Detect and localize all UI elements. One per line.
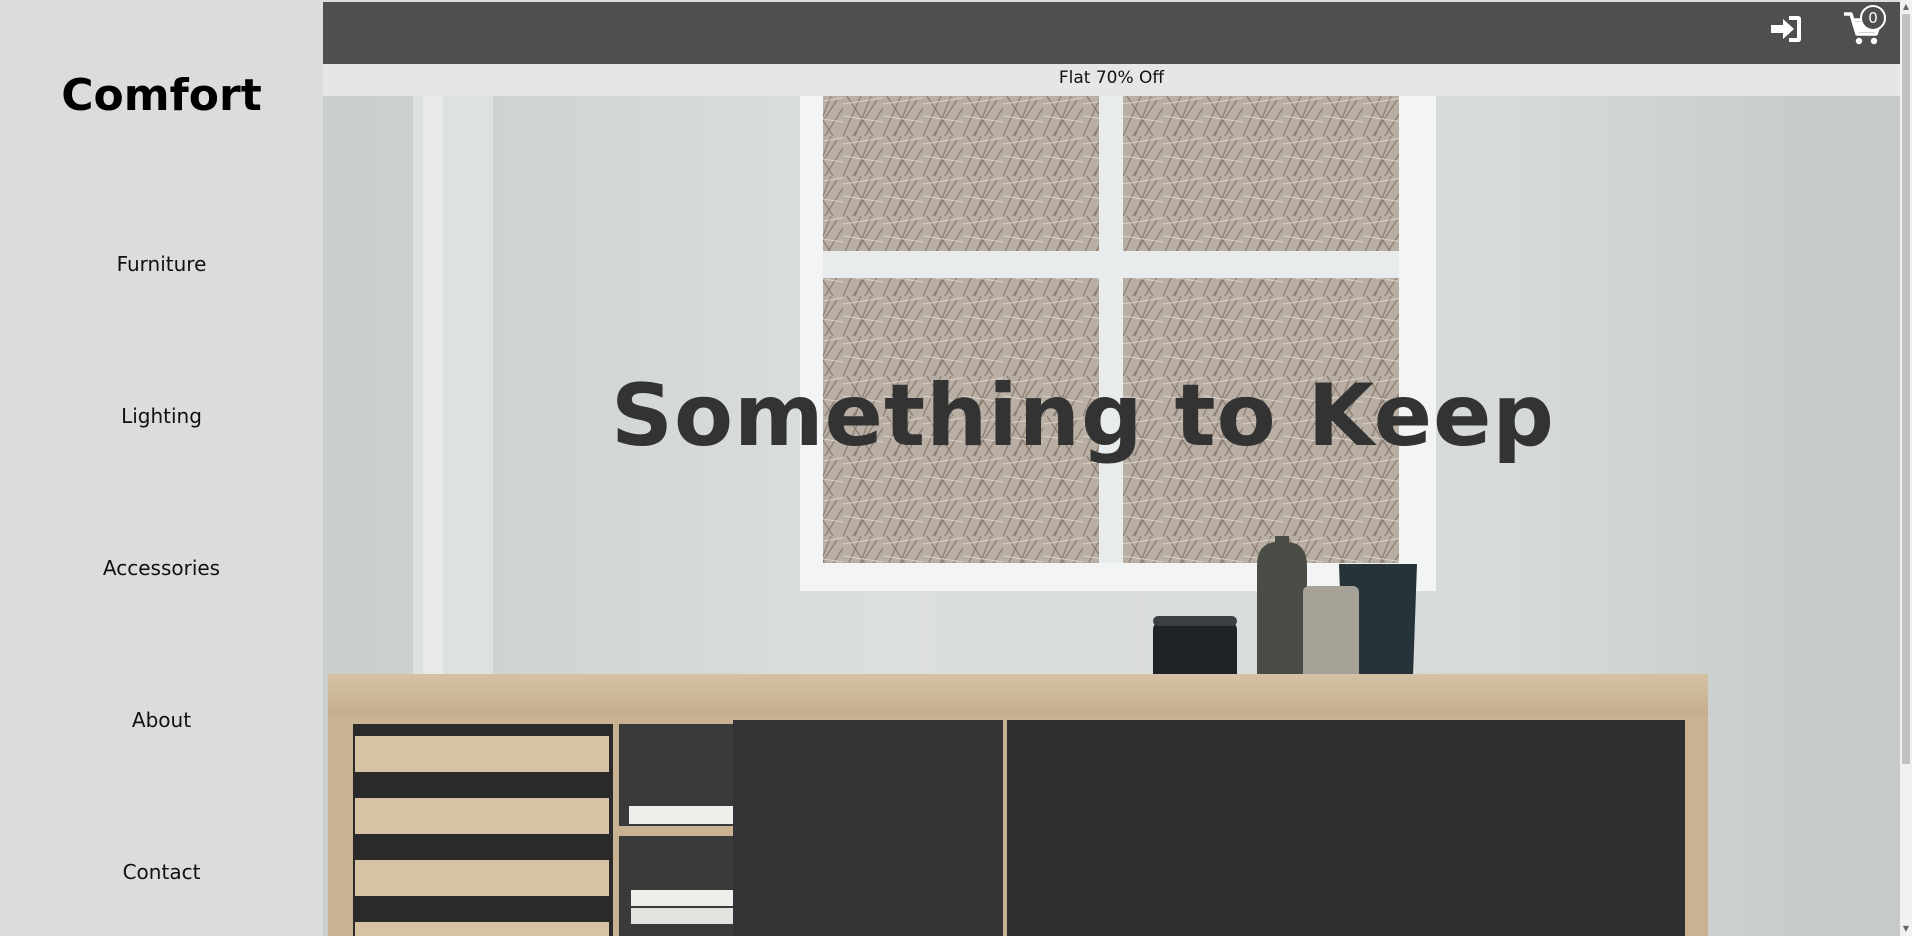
- sidebar: Comfort Furniture Lighting Accessories A…: [0, 0, 323, 936]
- hero-section: Something to Keep: [323, 96, 1900, 936]
- hero-image: [323, 96, 1900, 936]
- promo-banner: Flat 70% Off: [323, 64, 1900, 96]
- hero-title: Something to Keep: [611, 366, 1555, 466]
- sidebar-item-about[interactable]: About: [0, 708, 323, 732]
- sidebar-item-furniture[interactable]: Furniture: [0, 252, 323, 276]
- sidebar-item-contact[interactable]: Contact: [0, 860, 323, 884]
- sign-in-icon[interactable]: [1769, 14, 1803, 44]
- scroll-up-icon[interactable]: ▲: [1902, 2, 1910, 12]
- scroll-thumb[interactable]: [1902, 14, 1910, 764]
- sidebar-item-lighting[interactable]: Lighting: [0, 404, 323, 428]
- top-bar: [323, 2, 1900, 64]
- cart-count-badge: 0: [1860, 5, 1886, 31]
- sidebar-item-accessories[interactable]: Accessories: [0, 556, 323, 580]
- page-scrollbar[interactable]: ▲ ▼: [1900, 0, 1912, 936]
- scroll-down-icon[interactable]: ▼: [1902, 924, 1910, 934]
- brand-logo[interactable]: Comfort: [0, 70, 323, 121]
